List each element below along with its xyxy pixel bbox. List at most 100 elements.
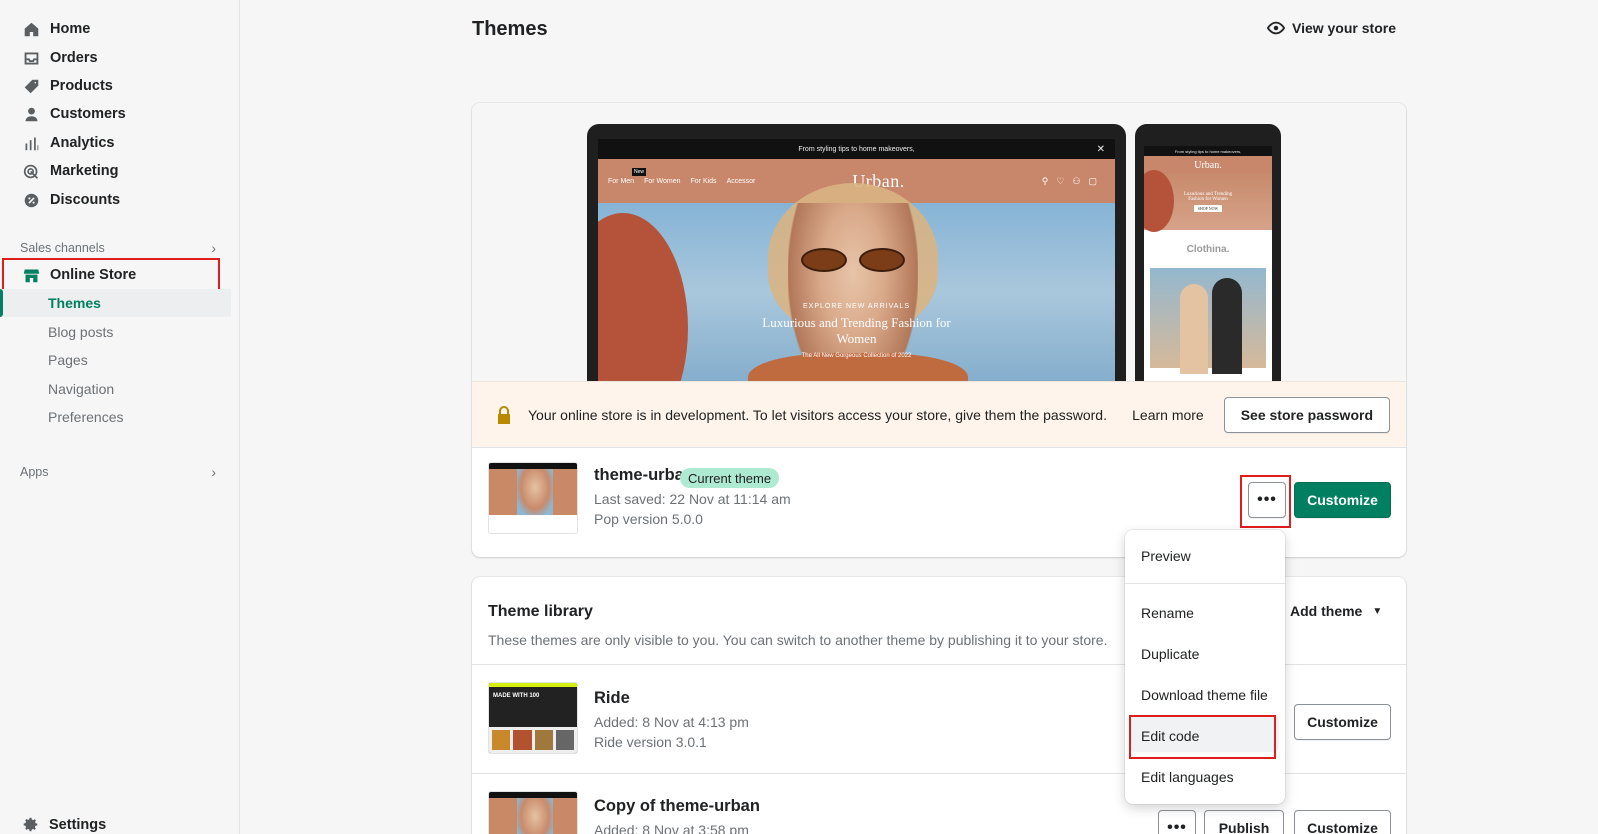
caret-down-icon: ▼	[1372, 605, 1383, 617]
sidebar-item-label: Analytics	[50, 135, 115, 151]
theme-actions-menu: Preview Rename Duplicate Download theme …	[1125, 530, 1285, 804]
menu-item-duplicate[interactable]: Duplicate	[1141, 646, 1199, 662]
sidebar-item-label: Marketing	[50, 163, 119, 179]
hero-image: EXPLORE NEW ARRIVALS Luxurious and Trend…	[598, 183, 1115, 381]
sidebar-item-label: Customers	[50, 106, 126, 122]
sidebar-item-orders[interactable]: Orders	[8, 44, 231, 72]
sidebar-item-marketing[interactable]: Marketing	[8, 157, 231, 185]
new-tag: New	[632, 167, 647, 176]
hero-headline: Luxurious and Trending Fashion for Women	[598, 315, 1115, 347]
menu-divider	[1125, 583, 1285, 584]
sidebar-item-discounts[interactable]: Discounts	[8, 186, 231, 214]
store-nav-link: For Women	[644, 177, 681, 185]
mobile-hero-button: SHOP NOW	[1193, 205, 1223, 212]
sidebar-item-analytics[interactable]: Analytics	[8, 129, 231, 157]
copy-theme-added: Added: 8 Nov at 3:58 pm	[594, 822, 749, 834]
sidebar-subitem-themes[interactable]: Themes	[0, 289, 231, 317]
hero-sunglasses	[801, 248, 905, 272]
discount-icon	[22, 191, 40, 209]
mobile-photo	[1150, 268, 1266, 374]
sidebar-item-products[interactable]: Products	[8, 72, 231, 100]
ride-customize-button[interactable]: Customize	[1294, 704, 1391, 740]
publish-button[interactable]: Publish	[1204, 810, 1284, 834]
store-nav-link: For Kids	[690, 177, 717, 185]
chevron-right-icon: ›	[211, 464, 216, 480]
ride-thumbnail: MADE WITH 100	[488, 682, 578, 754]
hero-headline-line: Luxurious and Trending Fashion for	[762, 315, 951, 330]
page-title: Themes	[472, 18, 548, 40]
apps-label: Apps	[20, 465, 49, 479]
learn-more-link[interactable]: Learn more	[1132, 407, 1204, 423]
theme-thumbnail	[488, 462, 578, 534]
ride-theme-version: Ride version 3.0.1	[594, 734, 707, 750]
store-icon	[22, 266, 40, 284]
copy-theme-thumbnail	[488, 791, 578, 834]
copy-theme-more-button[interactable]: •••	[1158, 810, 1196, 834]
menu-item-preview[interactable]: Preview	[1141, 548, 1191, 564]
mobile-brand: Urban.	[1144, 156, 1272, 174]
sidebar-subitem-navigation[interactable]: Navigation	[0, 375, 231, 403]
settings-label: Settings	[49, 816, 107, 833]
sidebar-item-customers[interactable]: Customers	[8, 100, 231, 128]
sales-channels-label: Sales channels	[20, 241, 105, 255]
store-nav-link: For Men	[608, 177, 635, 185]
theme-preview[interactable]: From styling tips to home makeovers, ✕ F…	[472, 103, 1406, 381]
menu-item-edit-languages[interactable]: Edit languages	[1141, 769, 1234, 785]
customize-button[interactable]: Customize	[1294, 482, 1391, 518]
sidebar-subitem-preferences[interactable]: Preferences	[0, 403, 231, 431]
person-icon	[22, 105, 40, 123]
sidebar: Home Orders Products Customers Analytics…	[0, 0, 240, 834]
hero-headline-line: Women	[836, 331, 877, 346]
more-actions-button[interactable]: •••	[1248, 482, 1286, 518]
sidebar-item-label: Orders	[50, 50, 98, 66]
hero-tagline: The All New Gorgeous Collection of 2022	[801, 353, 912, 359]
copy-theme-name: Copy of theme-urban	[594, 797, 760, 815]
sidebar-item-label: Online Store	[50, 267, 137, 283]
current-theme-card: From styling tips to home makeovers, ✕ F…	[472, 103, 1406, 557]
theme-library-description: These themes are only visible to you. Yo…	[488, 632, 1108, 648]
sidebar-subitem-pages[interactable]: Pages	[0, 346, 231, 374]
sales-channels-header[interactable]: Sales channels ›	[20, 240, 216, 256]
apps-header[interactable]: Apps ›	[20, 464, 216, 480]
eye-icon	[1266, 21, 1285, 35]
copy-theme-customize-button[interactable]: Customize	[1294, 810, 1391, 834]
close-icon: ✕	[1096, 143, 1105, 155]
mobile-preview: From styling tips to home makeovers, Urb…	[1135, 124, 1281, 381]
add-theme-button[interactable]: Add theme ▼	[1290, 603, 1382, 619]
view-store-link[interactable]: View your store	[1266, 19, 1396, 37]
menu-item-rename[interactable]: Rename	[1141, 605, 1194, 621]
theme-library-title: Theme library	[488, 603, 593, 620]
view-store-label: View your store	[1291, 20, 1396, 36]
sidebar-subitem-blog-posts[interactable]: Blog posts	[0, 318, 231, 346]
current-theme-badge: Current theme	[680, 468, 780, 488]
mobile-announcement: From styling tips to home makeovers,	[1144, 146, 1272, 156]
banner-message: Your online store is in development. To …	[528, 406, 1107, 423]
mobile-hero-line: Fashion for Women	[1188, 197, 1228, 202]
gear-icon	[23, 817, 38, 832]
add-theme-label: Add theme	[1290, 603, 1363, 619]
store-nav-links: For Men For Women For Kids Accessor New	[608, 167, 756, 185]
menu-item-edit-code[interactable]: Edit code	[1141, 728, 1199, 744]
theme-name: theme-urban	[594, 466, 694, 484]
menu-item-download-theme-file[interactable]: Download theme file	[1141, 687, 1268, 703]
sidebar-item-label: Home	[50, 21, 91, 37]
inbox-icon	[22, 49, 40, 67]
tag-icon	[22, 77, 40, 95]
hero-kicker: EXPLORE NEW ARRIVALS	[802, 303, 910, 310]
ride-theme-added: Added: 8 Nov at 4:13 pm	[594, 714, 749, 730]
mobile-hero: Luxurious and Trending Fashion for Women…	[1144, 170, 1272, 232]
sidebar-item-home[interactable]: Home	[8, 15, 231, 43]
target-icon	[22, 162, 40, 180]
store-nav-link: Accessor	[726, 177, 756, 185]
ride-theme-name: Ride	[594, 689, 630, 707]
theme-last-saved: Last saved: 22 Nov at 11:14 am	[594, 491, 791, 507]
ride-thumbnail-text: MADE WITH 100	[493, 693, 540, 699]
sidebar-item-online-store[interactable]: Online Store	[8, 261, 231, 289]
see-store-password-button[interactable]: See store password	[1223, 396, 1390, 433]
lock-icon	[498, 405, 510, 424]
sidebar-item-settings[interactable]: Settings	[22, 816, 106, 833]
chevron-right-icon: ›	[211, 240, 216, 256]
desktop-preview: From styling tips to home makeovers, ✕ F…	[587, 124, 1126, 381]
mobile-hero-text: Luxurious and Trending Fashion for Women…	[1144, 192, 1272, 212]
password-banner: Your online store is in development. To …	[472, 381, 1406, 447]
